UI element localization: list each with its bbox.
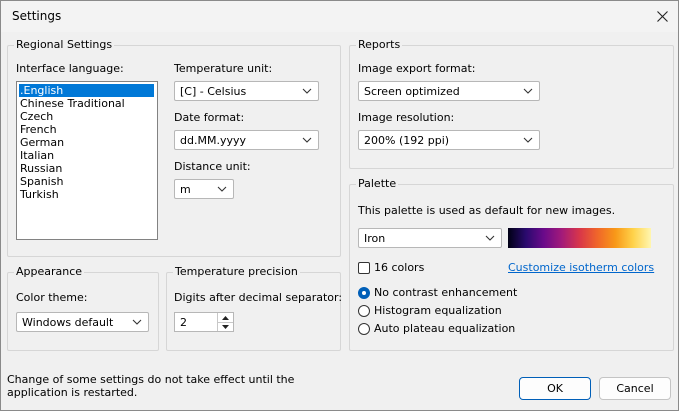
temperature-unit-value: [C] - Celsius <box>180 85 247 98</box>
digits-spinner[interactable]: 2 <box>174 312 234 332</box>
image-export-format-value: Screen optimized <box>364 85 460 98</box>
restart-note: Change of some settings do not take effe… <box>7 373 295 399</box>
language-item[interactable]: .English <box>19 84 154 97</box>
distance-unit-combo[interactable]: m <box>174 179 234 199</box>
chevron-down-icon <box>523 88 533 94</box>
image-resolution-label: Image resolution: <box>358 111 455 124</box>
chevron-down-icon <box>523 137 533 143</box>
digits-value: 2 <box>180 316 187 329</box>
palette-preview <box>508 228 651 248</box>
language-listbox[interactable]: .English Chinese Traditional Czech Frenc… <box>16 81 158 240</box>
appearance-label: Appearance <box>14 265 85 278</box>
temperature-unit-label: Temperature unit: <box>174 62 273 75</box>
digits-label: Digits after decimal separator: <box>174 291 343 304</box>
color-theme-combo[interactable]: Windows default <box>16 312 149 332</box>
palette-description: This palette is used as default for new … <box>358 204 616 217</box>
window-title: Settings <box>12 9 62 23</box>
cancel-button[interactable]: Cancel <box>599 377 671 400</box>
image-export-format-combo[interactable]: Screen optimized <box>358 81 540 101</box>
color-theme-value: Windows default <box>22 316 114 329</box>
spin-down-button[interactable] <box>218 322 233 331</box>
settings-dialog: Settings Regional Settings Interface lan… <box>0 0 679 411</box>
language-item[interactable]: Turkish <box>19 188 59 201</box>
chevron-down-icon <box>217 186 227 192</box>
customize-isotherm-colors-link[interactable]: Customize isotherm colors <box>508 261 654 274</box>
histogram-equalization-radio[interactable] <box>358 305 370 317</box>
no-contrast-radio[interactable] <box>358 287 370 299</box>
color-theme-label: Color theme: <box>16 291 88 304</box>
language-item[interactable]: German <box>19 136 64 149</box>
spinner-buttons <box>217 313 233 331</box>
histogram-equalization-label: Histogram equalization <box>374 304 502 317</box>
language-item[interactable]: Chinese Traditional <box>19 97 125 110</box>
date-format-label: Date format: <box>174 111 245 124</box>
image-resolution-value: 200% (192 ppi) <box>364 134 450 147</box>
sixteen-colors-label: 16 colors <box>374 261 425 274</box>
image-export-format-label: Image export format: <box>358 62 476 75</box>
triangle-down-icon <box>222 324 229 329</box>
auto-plateau-radio[interactable] <box>358 323 370 335</box>
language-item[interactable]: Spanish <box>19 175 63 188</box>
distance-unit-value: m <box>180 183 191 196</box>
palette-combo[interactable]: Iron <box>358 228 502 248</box>
language-item[interactable]: Russian <box>19 162 62 175</box>
interface-language-label: Interface language: <box>16 62 124 75</box>
close-button[interactable] <box>647 3 677 30</box>
language-item[interactable]: French <box>19 123 57 136</box>
distance-unit-label: Distance unit: <box>174 160 251 173</box>
chevron-down-icon <box>132 319 142 325</box>
no-contrast-label: No contrast enhancement <box>374 286 518 299</box>
chevron-down-icon <box>302 137 312 143</box>
temperature-unit-combo[interactable]: [C] - Celsius <box>174 81 319 101</box>
palette-label: Palette <box>356 177 399 190</box>
date-format-value: dd.MM.yyyy <box>180 134 246 147</box>
language-item[interactable]: Italian <box>19 149 54 162</box>
title-bar: Settings <box>1 1 678 32</box>
auto-plateau-label: Auto plateau equalization <box>374 322 516 335</box>
temperature-precision-label: Temperature precision <box>173 265 300 278</box>
reports-label: Reports <box>356 38 403 51</box>
regional-settings-label: Regional Settings <box>14 38 115 51</box>
triangle-up-icon <box>222 315 229 320</box>
palette-value: Iron <box>364 232 386 245</box>
ok-button[interactable]: OK <box>519 377 591 400</box>
date-format-combo[interactable]: dd.MM.yyyy <box>174 130 319 150</box>
chevron-down-icon <box>302 88 312 94</box>
image-resolution-combo[interactable]: 200% (192 ppi) <box>358 130 540 150</box>
sixteen-colors-checkbox[interactable] <box>358 262 370 274</box>
close-icon <box>656 11 668 22</box>
chevron-down-icon <box>485 235 495 241</box>
language-item[interactable]: Czech <box>19 110 53 123</box>
